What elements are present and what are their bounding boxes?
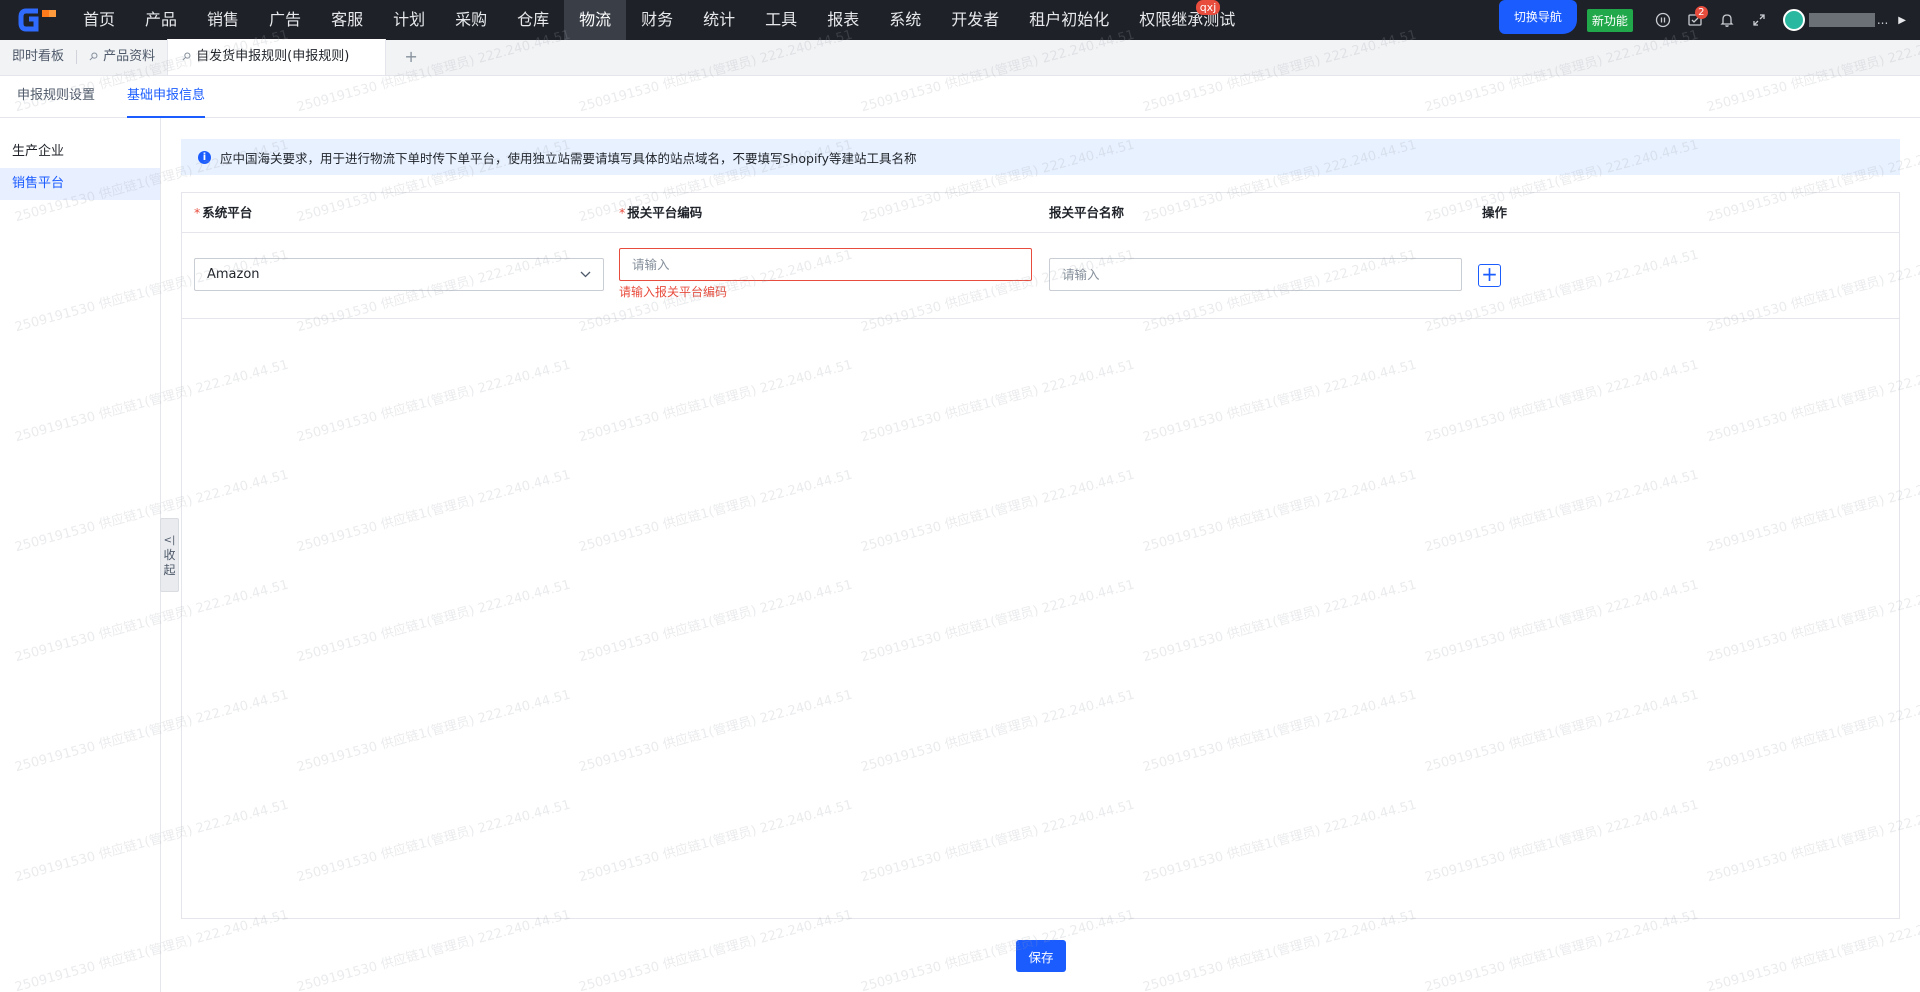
side-menu: 生产企业 销售平台	[0, 118, 161, 992]
system-platform-select[interactable]: Amazon	[194, 258, 604, 291]
logo-icon	[18, 8, 56, 32]
nav-item-developer[interactable]: 开发者	[936, 0, 1014, 40]
platform-table: *系统平台 *报关平台编码 报关平台名称 操作 Amazon 请输入报关平台编码…	[181, 192, 1900, 919]
new-feature-button[interactable]: 新功能	[1586, 8, 1633, 32]
column-label: 系统平台	[202, 205, 253, 220]
main-menu: 首页 产品 销售 广告 客服 计划 采购 仓库 物流 财务 统计 工具 报表 系…	[68, 0, 1250, 40]
nav-item-system[interactable]: 系统	[874, 0, 936, 40]
nav-label: 租户初始化	[1029, 10, 1110, 29]
subtab-basic-info[interactable]: 基础申报信息	[127, 77, 206, 118]
tab-label: 产品资料	[103, 49, 156, 64]
bell-icon[interactable]	[1711, 0, 1743, 40]
table-header: * 系统平台 * 报关平台编码 报关平台名称 操作	[182, 193, 1899, 233]
column-header-customs-code: * 报关平台编码	[619, 193, 702, 233]
side-item-manufacturer[interactable]: 生产企业	[0, 136, 160, 168]
nav-label: 客服	[331, 10, 364, 29]
select-value: Amazon	[207, 267, 260, 282]
nav-item-purchase[interactable]: 采购	[440, 0, 502, 40]
nav-item-ads[interactable]: 广告	[254, 0, 316, 40]
column-header-actions: 操作	[1482, 205, 1508, 220]
nav-item-logistics[interactable]: 物流	[564, 0, 627, 40]
user-name-redacted	[1808, 13, 1875, 27]
nav-item-product[interactable]: 产品	[130, 0, 192, 40]
avatar	[1782, 9, 1805, 31]
top-navbar: 首页 产品 销售 广告 客服 计划 采购 仓库 物流 财务 统计 工具 报表 系…	[0, 0, 1920, 40]
info-icon: i	[198, 150, 211, 164]
page-tabs: 即时看板 ⚲ 产品资料 ⚲ 自发货申报规则(申报规则) +	[0, 39, 1920, 76]
column-header-system-platform: * 系统平台	[194, 193, 252, 233]
sub-tabs: 申报规则设置 基础申报信息	[0, 77, 1920, 118]
nav-label: 统计	[703, 10, 736, 29]
nav-label: 系统	[889, 10, 922, 29]
chevron-down-icon	[580, 259, 591, 302]
nav-label: 计划	[393, 10, 426, 29]
column-header-customs-name: 报关平台名称	[1049, 205, 1125, 220]
nav-item-service[interactable]: 客服	[316, 0, 378, 40]
required-mark: *	[619, 205, 626, 220]
nav-item-finance[interactable]: 财务	[626, 0, 688, 40]
side-item-sales-platform[interactable]: 销售平台	[0, 168, 160, 200]
nav-label: 权限继承测试	[1139, 10, 1236, 29]
message-icon[interactable]: 2	[1679, 0, 1711, 40]
tab-label: 即时看板	[12, 49, 65, 64]
nav-item-stats[interactable]: 统计	[688, 0, 750, 40]
info-alert: i 应中国海关要求，用于进行物流下单时传下单平台，使用独立站需要请填写具体的站点…	[181, 139, 1900, 175]
customs-name-input[interactable]	[1049, 258, 1462, 291]
nav-item-home[interactable]: 首页	[68, 0, 130, 40]
nav-badge: qxj	[1195, 0, 1221, 15]
nav-label: 物流	[579, 10, 612, 29]
collapse-label: 收	[163, 547, 176, 562]
nav-label: 开发者	[951, 10, 1000, 29]
customs-code-input[interactable]	[619, 248, 1032, 281]
tab-dashboard[interactable]: 即时看板	[0, 39, 76, 75]
add-row-button[interactable]: +	[1478, 264, 1501, 287]
nav-item-sales[interactable]: 销售	[192, 0, 254, 40]
user-name-ellipsis: ...	[1876, 13, 1889, 27]
collapse-button[interactable]: <| 收 起	[160, 518, 179, 592]
fullscreen-icon[interactable]	[1743, 0, 1775, 40]
nav-item-permission-test[interactable]: 权限继承测试 qxj	[1124, 0, 1250, 40]
add-tab-button[interactable]: +	[386, 39, 435, 75]
switch-nav-button[interactable]: 切换导航	[1498, 0, 1577, 34]
nav-item-warehouse[interactable]: 仓库	[502, 0, 564, 40]
nav-label: 仓库	[517, 10, 550, 29]
user-menu[interactable]: ... ▶	[1782, 9, 1906, 31]
tab-product-info[interactable]: ⚲ 产品资料	[77, 39, 167, 75]
nav-item-tools[interactable]: 工具	[750, 0, 812, 40]
customs-code-error: 请输入报关平台编码	[619, 285, 728, 299]
collapse-label: 起	[163, 562, 176, 577]
nav-item-plan[interactable]: 计划	[378, 0, 440, 40]
save-button[interactable]: 保存	[1016, 940, 1066, 972]
nav-item-tenant-init[interactable]: 租户初始化	[1014, 0, 1124, 40]
nav-label: 采购	[455, 10, 488, 29]
tab-declare-rules[interactable]: ⚲ 自发货申报规则(申报规则)	[167, 39, 387, 75]
required-mark: *	[194, 205, 201, 220]
nav-label: 工具	[765, 10, 798, 29]
tab-label: 自发货申报规则(申报规则)	[196, 49, 350, 64]
top-right-tools: 切换导航 新功能 2 ... ▶	[1498, 0, 1920, 40]
column-label: 报关平台编码	[627, 205, 703, 220]
nav-label: 报表	[827, 10, 860, 29]
nav-label: 产品	[145, 10, 178, 29]
nav-label: 广告	[269, 10, 302, 29]
nav-label: 首页	[83, 10, 116, 29]
help-icon[interactable]	[1647, 0, 1679, 40]
subtab-rule-settings[interactable]: 申报规则设置	[17, 77, 95, 118]
caret-right-icon: ▶	[1898, 14, 1906, 26]
logo[interactable]	[0, 0, 68, 40]
nav-label: 销售	[207, 10, 240, 29]
nav-item-reports[interactable]: 报表	[812, 0, 874, 40]
plus-icon: +	[1481, 262, 1498, 286]
alert-text: 应中国海关要求，用于进行物流下单时传下单平台，使用独立站需要请填写具体的站点域名…	[220, 150, 917, 166]
collapse-icon: <|	[163, 534, 176, 546]
table-row: Amazon 请输入报关平台编码 +	[182, 233, 1899, 319]
nav-label: 财务	[641, 10, 674, 29]
message-count-badge: 2	[1694, 6, 1708, 19]
